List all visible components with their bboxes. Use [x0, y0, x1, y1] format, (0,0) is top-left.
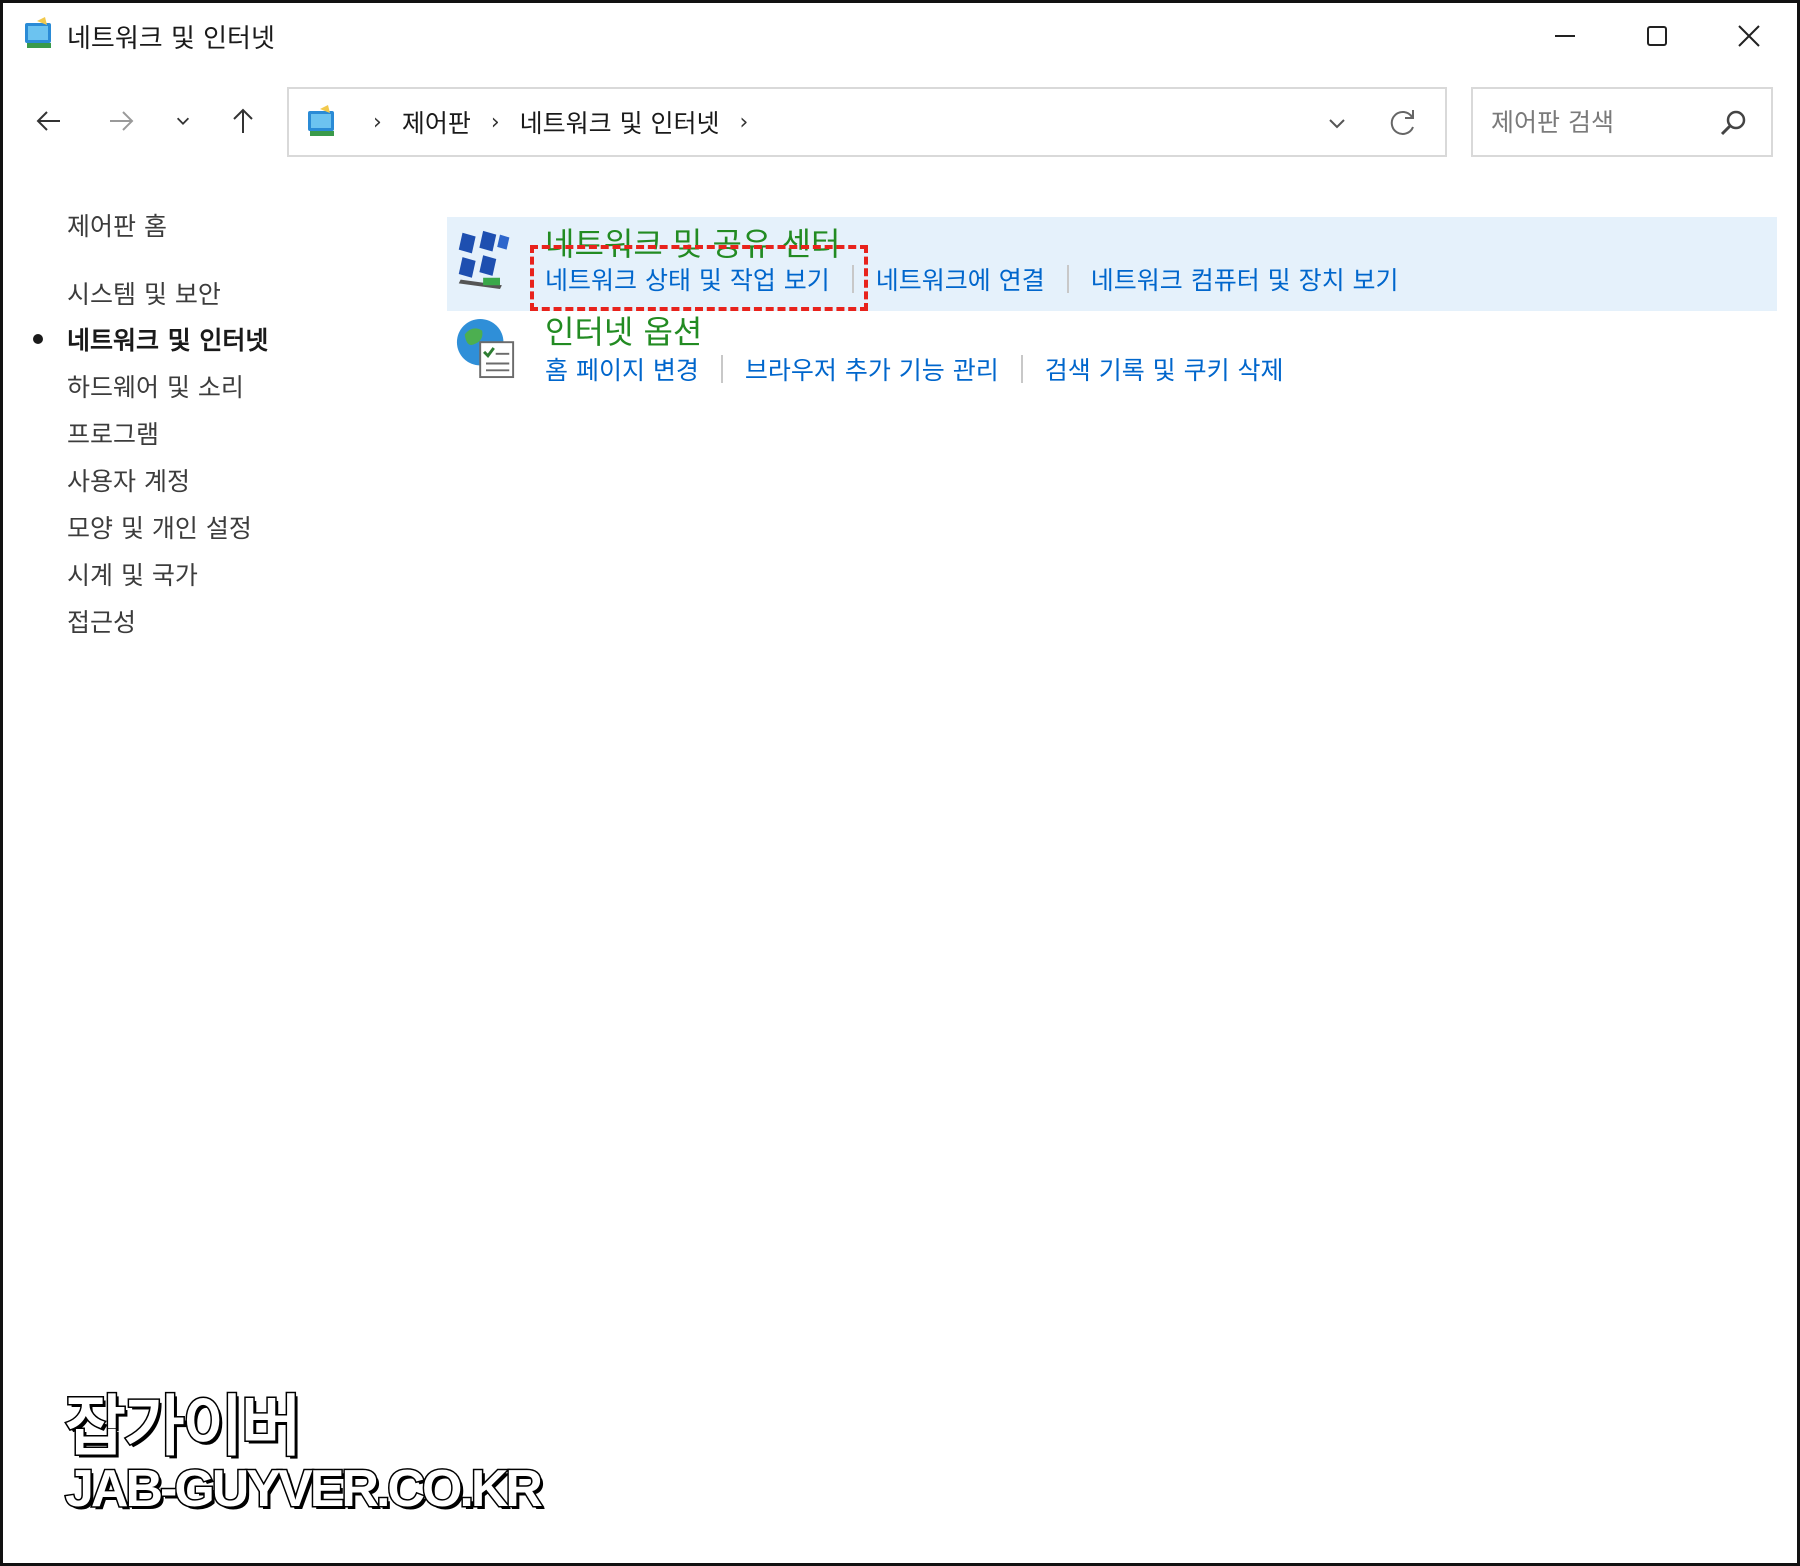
category-links: 홈 페이지 변경 브라우저 추가 기능 관리 검색 기록 및 쿠키 삭제 [545, 349, 1284, 389]
title-bar[interactable]: 네트워크 및 인터넷 [3, 3, 1797, 69]
search-input[interactable] [1491, 103, 1711, 141]
chevron-down-icon [1329, 119, 1345, 129]
link-divider [1066, 265, 1069, 293]
control-panel-icon [305, 105, 339, 139]
sidebar-item-clock-region[interactable]: 시계 및 국가 [67, 556, 198, 592]
sidebar-item-programs[interactable]: 프로그램 [67, 415, 159, 451]
breadcrumb-separator[interactable]: › [740, 110, 749, 135]
breadcrumb-control-panel[interactable]: 제어판 [402, 104, 471, 140]
control-panel-window: 네트워크 및 인터넷 › 제어판 › 네트워크 및 인터넷 › 제어판 검색 제… [0, 0, 1800, 1566]
link-divider [720, 355, 723, 383]
maximize-button[interactable] [1611, 3, 1703, 69]
sidebar-item-user-accounts[interactable]: 사용자 계정 [67, 462, 190, 498]
sidebar-item-ease-of-access[interactable]: 접근성 [67, 603, 136, 639]
control-panel-icon [23, 17, 55, 51]
category-network-sharing-center: 네트워크 및 공유 센터 네트워크 상태 및 작업 보기 네트워크에 연결 네트… [447, 217, 1777, 311]
sidebar-item-control-panel-home[interactable]: 제어판 홈 [67, 207, 167, 243]
minimize-button[interactable] [1519, 3, 1611, 69]
back-button[interactable] [29, 99, 69, 143]
network-sharing-icon [455, 227, 519, 295]
breadcrumb-network-internet[interactable]: 네트워크 및 인터넷 [520, 104, 720, 140]
annotation-highlight-box [530, 245, 868, 311]
breadcrumb-separator[interactable]: › [491, 110, 500, 135]
sidebar-item-hardware-sound[interactable]: 하드웨어 및 소리 [67, 368, 244, 404]
up-button[interactable] [223, 99, 263, 143]
internet-options-icon [455, 315, 519, 383]
category-title-internet-options[interactable]: 인터넷 옵션 [545, 307, 702, 353]
window-title: 네트워크 및 인터넷 [67, 24, 275, 54]
link-connect-to-network[interactable]: 네트워크에 연결 [876, 261, 1045, 297]
watermark-brand: 잡가이버 [64, 1387, 304, 1467]
breadcrumb-separator[interactable]: › [373, 110, 382, 135]
link-manage-browser-addons[interactable]: 브라우저 추가 기능 관리 [745, 351, 999, 387]
close-button[interactable] [1703, 3, 1795, 69]
arrow-up-icon [233, 108, 253, 133]
refresh-button[interactable] [1385, 105, 1421, 141]
sidebar-item-system-security[interactable]: 시스템 및 보안 [67, 275, 221, 311]
arrow-right-icon [110, 111, 134, 131]
link-change-home-page[interactable]: 홈 페이지 변경 [545, 351, 699, 387]
sidebar-item-appearance[interactable]: 모양 및 개인 설정 [67, 509, 252, 545]
category-internet-options: 인터넷 옵션 홈 페이지 변경 브라우저 추가 기능 관리 검색 기록 및 쿠키… [447, 311, 1777, 407]
minimize-icon [1555, 35, 1575, 37]
address-bar[interactable]: › 제어판 › 네트워크 및 인터넷 › [287, 87, 1447, 157]
chevron-down-icon [176, 117, 190, 125]
link-delete-browsing-history[interactable]: 검색 기록 및 쿠키 삭제 [1045, 351, 1284, 387]
arrow-left-icon [36, 111, 60, 131]
link-divider [1020, 355, 1023, 383]
recent-locations-button[interactable] [163, 99, 203, 143]
search-icon[interactable] [1717, 107, 1749, 139]
watermark-url: JAB-GUYVER.CO.KR [64, 1459, 545, 1520]
sidebar-item-network-internet: 네트워크 및 인터넷 [67, 326, 269, 355]
navigation-bar: › 제어판 › 네트워크 및 인터넷 › [3, 81, 1797, 161]
link-view-network-computers[interactable]: 네트워크 컴퓨터 및 장치 보기 [1091, 261, 1399, 297]
address-history-button[interactable] [1323, 109, 1351, 137]
forward-button[interactable] [101, 99, 141, 143]
close-icon [1738, 25, 1760, 47]
maximize-icon [1647, 26, 1667, 46]
refresh-icon [1390, 110, 1414, 135]
search-box[interactable] [1471, 87, 1773, 157]
active-bullet [33, 334, 43, 344]
breadcrumb: › 제어판 › 네트워크 및 인터넷 › [353, 89, 768, 155]
